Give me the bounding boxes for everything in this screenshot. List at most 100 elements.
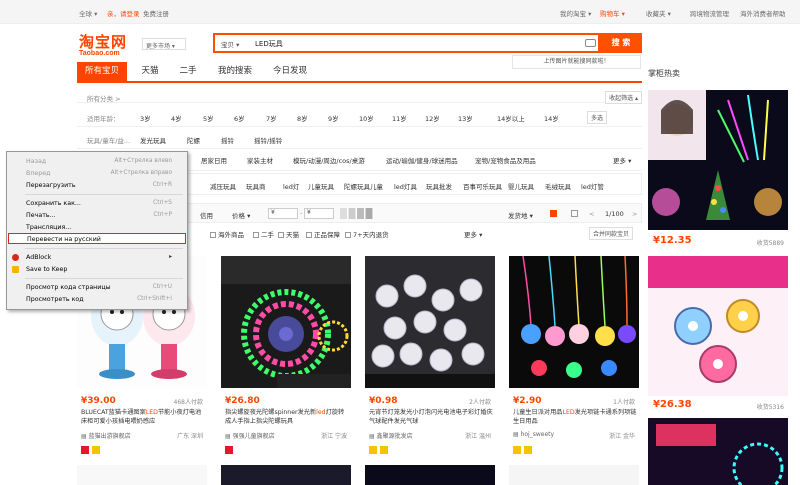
tab-discover[interactable]: 今日发现 xyxy=(269,62,311,81)
market-select[interactable]: 更多市场 ▾ xyxy=(142,38,186,50)
related-search[interactable]: 婴儿玩具 xyxy=(508,181,534,191)
related-search[interactable]: led灯 xyxy=(283,181,299,191)
related-search[interactable]: led灯管 xyxy=(581,181,604,191)
checkbox-tmall[interactable]: 天猫 xyxy=(278,229,299,239)
favorites-link[interactable]: 收藏夹 ▾ xyxy=(646,8,671,18)
next-page-button[interactable]: > xyxy=(632,210,637,218)
related-search[interactable]: 玩具批发 xyxy=(426,181,452,191)
age-option[interactable]: 13岁 xyxy=(458,113,473,123)
toy-option[interactable]: 摇铃 xyxy=(221,135,234,145)
product-image[interactable] xyxy=(365,465,495,485)
multi-select-button[interactable]: 多选 xyxy=(587,111,608,124)
related-search[interactable]: led灯具 xyxy=(394,181,417,191)
tab-tmall[interactable]: 天猫 xyxy=(131,62,169,81)
shop-link[interactable]: ▤ 鑫聚源批发店 xyxy=(369,431,413,440)
product-title[interactable]: BLUECAT蓝猫卡通图案LED节能小夜灯电池床柜可爱小孩插电喂奶感应 xyxy=(81,408,205,426)
menu-item-save-to-keep[interactable]: Save to Keep xyxy=(8,264,186,275)
more-filters-button[interactable]: 更多 ▾ xyxy=(464,229,482,239)
menu-item-back[interactable]: Назад Alt+Стрелка влево xyxy=(8,156,186,167)
age-option[interactable]: 12岁 xyxy=(425,113,440,123)
menu-item-reload[interactable]: Перезагрузить Ctrl+R xyxy=(8,180,186,191)
cross-border-link[interactable]: 跨境物流管理 xyxy=(690,8,729,18)
age-option[interactable]: 8岁 xyxy=(297,113,308,123)
menu-item-adblock[interactable]: AdBlock ▸ xyxy=(8,252,186,263)
menu-item-cast[interactable]: Трансляция... xyxy=(8,222,186,233)
age-option[interactable]: 7岁 xyxy=(266,113,277,123)
related-search[interactable]: 百事可乐玩具 xyxy=(463,181,502,191)
product-image[interactable] xyxy=(509,465,639,485)
checkbox-genuine[interactable]: 正品保障 xyxy=(306,229,340,239)
shop-link[interactable]: ▤ 强强儿童旗舰店 xyxy=(225,431,275,440)
product-image[interactable] xyxy=(77,465,207,485)
product-title[interactable]: 指尖螺旋夜光陀螺spinner发光新led灯旋转成人手指上指尖陀螺玩具 xyxy=(225,408,349,426)
hot-seller-card[interactable]: ¥26.38 收货5316 xyxy=(648,256,788,416)
toy-option[interactable]: 陀螺 xyxy=(187,135,200,145)
age-option[interactable]: 9岁 xyxy=(328,113,339,123)
toy-category-label[interactable]: 玩具/童车/益... xyxy=(87,135,130,145)
product-card[interactable]: ¥26.80 指尖螺旋夜光陀螺spinner发光新led灯旋转成人手指上指尖陀螺… xyxy=(221,256,351,462)
checkbox-overseas[interactable]: 海外商品 xyxy=(210,229,244,239)
related-search[interactable]: 儿童玩具 xyxy=(308,181,334,191)
menu-item-translate[interactable]: Перевести на русский xyxy=(8,233,186,244)
taobao-logo[interactable]: 淘宝网 xyxy=(79,31,127,52)
hot-seller-image[interactable] xyxy=(648,256,788,396)
tab-my-search[interactable]: 我的搜索 xyxy=(215,62,255,81)
category-option[interactable]: 宠物/宠物食品及用品 xyxy=(475,155,536,165)
tab-secondhand[interactable]: 二手 xyxy=(173,62,203,81)
cart-link[interactable]: 购物车 ▾ xyxy=(600,8,625,18)
search-button[interactable]: 搜 索 xyxy=(600,33,642,53)
category-option[interactable]: 居家日用 xyxy=(201,155,227,165)
related-search[interactable]: 毛绒玩具 xyxy=(545,181,571,191)
age-option[interactable]: 4岁 xyxy=(171,113,182,123)
shop-link[interactable]: ▤ 蓝猫出游旗舰店 xyxy=(81,431,131,440)
price-to-input[interactable]: ¥ xyxy=(304,208,334,219)
shop-link[interactable]: ▤ hoj_sweety xyxy=(513,431,554,438)
age-option[interactable]: 6岁 xyxy=(234,113,245,123)
search-box[interactable]: 宝贝 ▾ LED玩具 xyxy=(213,33,600,53)
hot-seller-card[interactable]: ¥12.35 收货5889 xyxy=(648,90,788,250)
search-input[interactable]: LED玩具 xyxy=(255,39,283,49)
tab-all[interactable]: 所有宝贝 xyxy=(77,62,127,81)
age-option[interactable]: 10岁 xyxy=(359,113,374,123)
product-image[interactable] xyxy=(221,256,351,388)
sort-credit[interactable]: 信用 xyxy=(200,210,213,220)
list-view-icon[interactable] xyxy=(571,210,578,217)
menu-item-inspect[interactable]: Просмотреть код Ctrl+Shift+I xyxy=(8,294,186,305)
menu-item-print[interactable]: Печать... Ctrl+P xyxy=(8,210,186,221)
grid-view-icon[interactable] xyxy=(550,210,557,217)
merge-sellers-button[interactable]: 合并同款宝贝 xyxy=(589,227,634,240)
menu-item-save-as[interactable]: Сохранить как... Ctrl+S xyxy=(8,198,186,209)
hot-seller-image[interactable] xyxy=(648,90,788,230)
overseas-help-link[interactable]: 海外消费者帮助 xyxy=(740,8,786,18)
region-select[interactable]: 全球 ▾ xyxy=(79,8,97,18)
camera-icon[interactable] xyxy=(585,39,596,47)
ship-from-select[interactable]: 发货地 ▾ xyxy=(508,210,533,220)
product-image[interactable] xyxy=(221,465,351,485)
price-distribution-chart-icon[interactable] xyxy=(340,208,374,219)
search-scope-select[interactable]: 宝贝 ▾ xyxy=(221,39,239,49)
product-image[interactable] xyxy=(509,255,639,388)
product-title[interactable]: 儿童生日派对用品LED发光项链卡通系列项链生日用品 xyxy=(513,408,637,426)
collapse-filters-button[interactable]: 收起筛选 ▴ xyxy=(605,91,642,104)
more-categories-button[interactable]: 更多 ▾ xyxy=(613,155,631,165)
product-card[interactable]: ¥0.98 2人付款 元宵节灯笼发光小灯泡闪光电池电子彩灯婚庆气球配件发光气球 … xyxy=(365,256,495,462)
category-option[interactable]: 模玩/动漫/周边/cos/桌游 xyxy=(293,155,365,165)
sort-price[interactable]: 价格 ▾ xyxy=(232,210,250,220)
checkbox-return[interactable]: 7+天内退货 xyxy=(345,229,389,239)
toy-option[interactable]: 摇铃/摇铃 xyxy=(254,135,282,145)
product-image[interactable] xyxy=(365,256,495,388)
category-option[interactable]: 运动/瑜伽/健身/球迷用品 xyxy=(386,155,458,165)
breadcrumb[interactable]: 所有分类 > xyxy=(87,93,121,103)
age-option[interactable]: 14岁以上 xyxy=(497,113,525,123)
menu-item-forward[interactable]: Вперед Alt+Стрелка вправо xyxy=(8,168,186,179)
product-card[interactable]: ¥2.90 1人付款 儿童生日派对用品LED发光项链卡通系列项链生日用品 ▤ h… xyxy=(509,255,639,462)
hot-seller-image[interactable] xyxy=(648,418,788,485)
related-search[interactable]: 陀螺玩具儿童 xyxy=(344,181,383,191)
age-option[interactable]: 5岁 xyxy=(203,113,214,123)
age-option[interactable]: 3岁 xyxy=(140,113,151,123)
menu-item-view-source[interactable]: Просмотр кода страницы Ctrl+U xyxy=(8,282,186,293)
related-search[interactable]: 玩具商 xyxy=(246,181,266,191)
my-taobao-link[interactable]: 我的淘宝 ▾ xyxy=(560,8,591,18)
prev-page-button[interactable]: < xyxy=(589,210,594,218)
product-title[interactable]: 元宵节灯笼发光小灯泡闪光电池电子彩灯婚庆气球配件发光气球 xyxy=(369,408,493,426)
